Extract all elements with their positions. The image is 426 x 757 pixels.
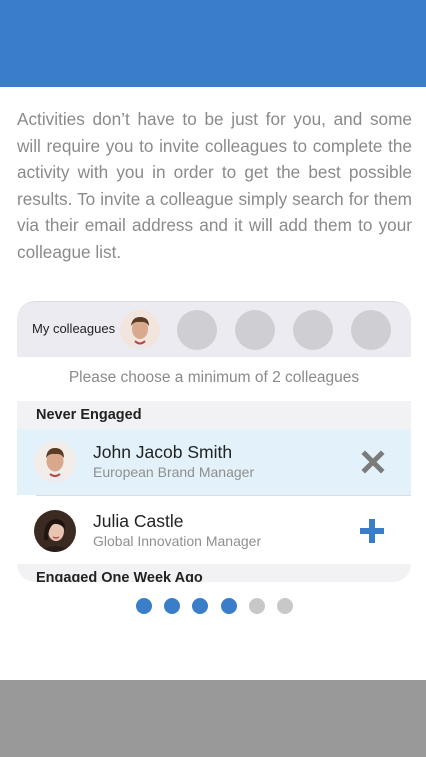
section-header-engaged-one-week-ago: Engaged One Week Ago [17, 564, 411, 582]
colleague-row-john-jacob-smith[interactable]: John Jacob Smith European Brand Manager [17, 429, 411, 495]
colleague-row-julia-castle[interactable]: Julia Castle Global Innovation Manager [17, 498, 411, 564]
row-divider [36, 495, 411, 496]
top-header-bar [0, 0, 426, 87]
colleague-slot-4-empty[interactable] [293, 310, 333, 350]
close-icon [361, 450, 385, 474]
colleague-role: Global Innovation Manager [93, 533, 262, 549]
add-colleague-button[interactable] [358, 517, 386, 545]
page-dot-1-active[interactable] [136, 598, 152, 614]
page-dot-4-active[interactable] [221, 598, 237, 614]
remove-colleague-button[interactable] [361, 450, 385, 474]
bottom-bar [0, 680, 426, 757]
colleague-name: Julia Castle [93, 511, 184, 531]
colleague-name: John Jacob Smith [93, 442, 233, 462]
page-dot-2-active[interactable] [164, 598, 180, 614]
colleague-slot-3-empty[interactable] [235, 310, 275, 350]
minimum-colleagues-hint: Please choose a minimum of 2 colleagues [68, 369, 360, 386]
my-colleagues-label: My colleagues [32, 321, 116, 336]
intro-paragraph: Activities don’t have to be just for you… [17, 109, 412, 262]
colleague-slot-2-empty[interactable] [177, 310, 217, 350]
page-dot-6[interactable] [277, 598, 293, 614]
page-dot-3-active[interactable] [192, 598, 208, 614]
colleague-role: European Brand Manager [93, 464, 255, 480]
page-dot-5[interactable] [249, 598, 265, 614]
colleague-picker-card: My colleagues Please choose a minimum of… [17, 301, 411, 582]
avatar [34, 510, 76, 552]
avatar [34, 441, 76, 483]
plus-icon [360, 519, 384, 543]
colleague-slot-1-avatar[interactable] [120, 310, 160, 350]
page-indicator [0, 598, 426, 614]
section-header-never-engaged: Never Engaged [17, 401, 411, 429]
my-colleagues-bar: My colleagues [17, 301, 411, 357]
colleague-slot-5-empty[interactable] [351, 310, 391, 350]
